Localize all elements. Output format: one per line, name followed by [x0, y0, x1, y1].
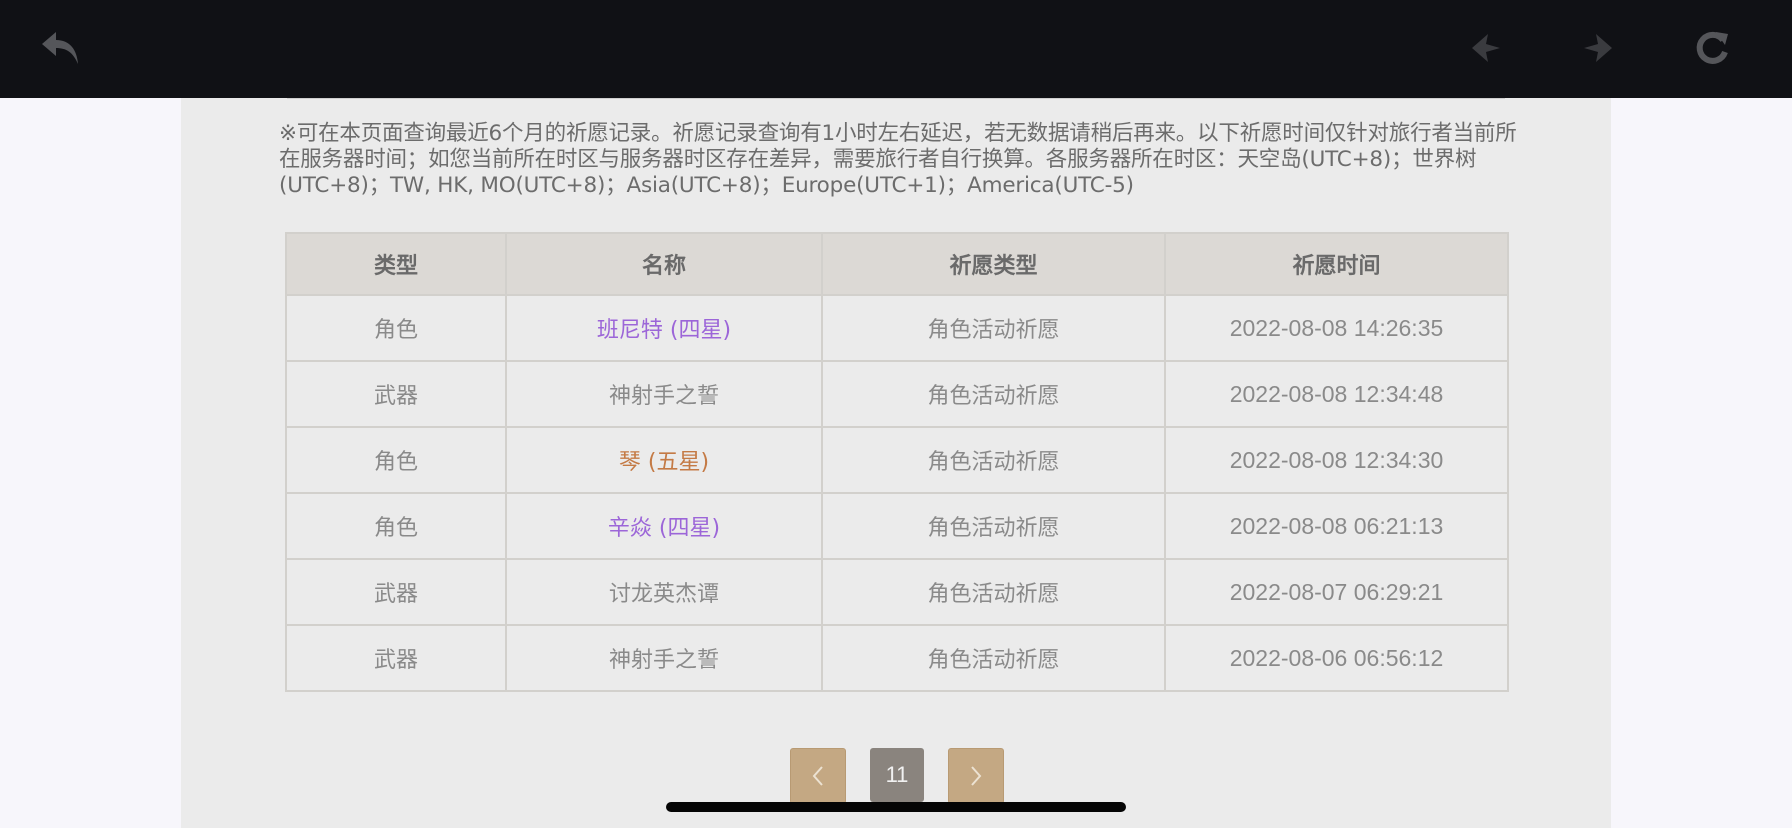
chevron-right-icon [971, 766, 982, 786]
cell-wish-type: 角色活动祈愿 [821, 360, 1166, 428]
home-indicator[interactable] [666, 802, 1126, 812]
cell-type: 角色 [285, 426, 507, 494]
header-name: 名称 [505, 232, 823, 296]
cell-wish-type: 角色活动祈愿 [821, 426, 1166, 494]
table-row: 角色 琴 (五星) 角色活动祈愿 2022-08-08 12:34:30 [285, 426, 1509, 494]
cell-type: 武器 [285, 558, 507, 626]
notice-text: ※可在本页面查询最近6个月的祈愿记录。祈愿记录查询有1小时左右延迟，若无数据请稍… [279, 121, 1517, 198]
cell-type: 角色 [285, 492, 507, 560]
table-row: 武器 讨龙英杰谭 角色活动祈愿 2022-08-07 06:29:21 [285, 558, 1509, 626]
table-header-row: 类型 名称 祈愿类型 祈愿时间 [285, 232, 1509, 296]
cell-time: 2022-08-08 12:34:30 [1164, 426, 1509, 494]
cell-time: 2022-08-08 12:34:48 [1164, 360, 1509, 428]
table-row: 角色 辛焱 (四星) 角色活动祈愿 2022-08-08 06:21:13 [285, 492, 1509, 560]
cell-wish-type: 角色活动祈愿 [821, 624, 1166, 692]
table-row: 武器 神射手之誓 角色活动祈愿 2022-08-08 12:34:48 [285, 360, 1509, 428]
refresh-icon[interactable] [1688, 24, 1736, 72]
header-type: 类型 [285, 232, 507, 296]
pagination: 11 [790, 748, 1004, 804]
cell-name: 班尼特 (四星) [505, 294, 823, 362]
cell-name: 琴 (五星) [505, 426, 823, 494]
divider [287, 98, 1505, 99]
back-icon[interactable] [38, 24, 86, 72]
cell-name: 辛焱 (四星) [505, 492, 823, 560]
header-wish-time: 祈愿时间 [1164, 232, 1509, 296]
top-toolbar [0, 0, 1792, 98]
table-row: 武器 神射手之誓 角色活动祈愿 2022-08-06 06:56:12 [285, 624, 1509, 692]
cell-type: 武器 [285, 624, 507, 692]
prev-page-button[interactable] [790, 748, 846, 804]
cell-time: 2022-08-06 06:56:12 [1164, 624, 1509, 692]
cell-name: 讨龙英杰谭 [505, 558, 823, 626]
cell-wish-type: 角色活动祈愿 [821, 492, 1166, 560]
wish-history-panel: ※可在本页面查询最近6个月的祈愿记录。祈愿记录查询有1小时左右延迟，若无数据请稍… [181, 98, 1611, 828]
wish-records-table: 类型 名称 祈愿类型 祈愿时间 角色 班尼特 (四星) 角色活动祈愿 2022-… [285, 232, 1509, 692]
previous-icon[interactable] [1462, 24, 1510, 72]
cell-name: 神射手之誓 [505, 624, 823, 692]
cell-type: 角色 [285, 294, 507, 362]
chevron-left-icon [812, 766, 823, 786]
cell-time: 2022-08-08 06:21:13 [1164, 492, 1509, 560]
header-wish-type: 祈愿类型 [821, 232, 1166, 296]
cell-wish-type: 角色活动祈愿 [821, 558, 1166, 626]
cell-wish-type: 角色活动祈愿 [821, 294, 1166, 362]
next-icon[interactable] [1574, 24, 1622, 72]
cell-time: 2022-08-07 06:29:21 [1164, 558, 1509, 626]
cell-time: 2022-08-08 14:26:35 [1164, 294, 1509, 362]
next-page-button[interactable] [948, 748, 1004, 804]
table-row: 角色 班尼特 (四星) 角色活动祈愿 2022-08-08 14:26:35 [285, 294, 1509, 362]
cell-type: 武器 [285, 360, 507, 428]
cell-name: 神射手之誓 [505, 360, 823, 428]
current-page-indicator[interactable]: 11 [870, 748, 924, 802]
